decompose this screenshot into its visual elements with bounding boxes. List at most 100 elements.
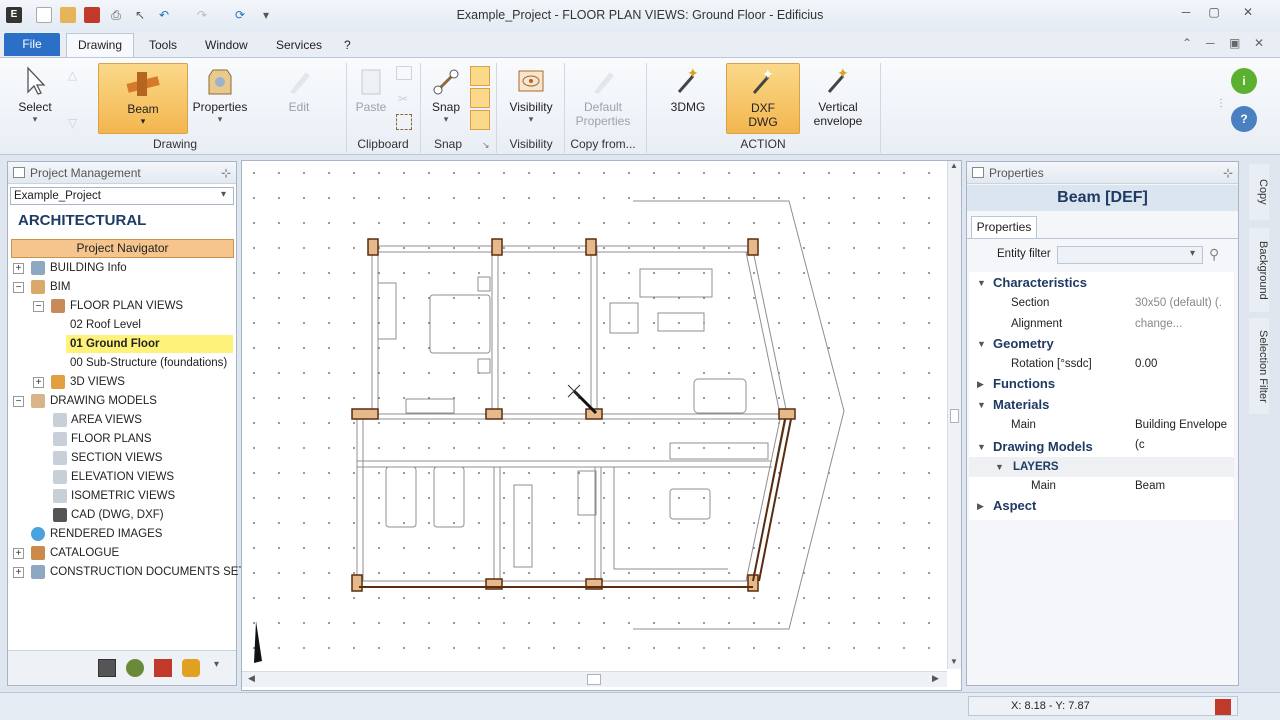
project-select[interactable]: Example_Project ▾: [10, 187, 234, 205]
expand-icon[interactable]: +: [13, 548, 24, 559]
cut-icon[interactable]: ✂: [398, 92, 408, 106]
tab-drawing[interactable]: Drawing: [66, 33, 134, 58]
property-alignment[interactable]: Alignment change...: [969, 314, 1234, 334]
floor-plan-icon: [51, 299, 65, 313]
scroll-right-icon[interactable]: ▶: [932, 673, 939, 684]
snap-button[interactable]: Snap ▾: [426, 66, 466, 125]
file-menu-button[interactable]: File: [4, 33, 60, 56]
properties-button[interactable]: Properties ▾: [192, 66, 248, 125]
vertical-scroll-thumb[interactable]: [950, 409, 959, 423]
collapse-icon[interactable]: −: [13, 282, 24, 293]
edit-button[interactable]: Edit: [274, 66, 324, 114]
tree-item-ground-floor[interactable]: 01 Ground Floor: [66, 335, 233, 353]
tree-label: CAD (DWG, DXF): [71, 509, 164, 521]
snap-midpoint-icon[interactable]: [470, 88, 490, 108]
tab-services[interactable]: Services: [276, 38, 322, 52]
3dmg-button[interactable]: ✦ 3DMG: [660, 66, 716, 114]
tab-properties[interactable]: Properties: [971, 216, 1037, 238]
scroll-left-icon[interactable]: ◀: [248, 673, 255, 684]
project-navigator-button[interactable]: Project Navigator: [11, 239, 234, 258]
settings-toolbar-icon[interactable]: [182, 659, 200, 677]
scroll-up-icon[interactable]: ▲: [950, 161, 958, 170]
collapse-icon[interactable]: −: [13, 396, 24, 407]
ribbon-more-icon[interactable]: ⋮: [1216, 98, 1226, 109]
property-value[interactable]: 0.00: [1135, 354, 1157, 374]
expand-icon[interactable]: ▶: [977, 496, 984, 516]
collapse-icon[interactable]: −: [33, 301, 44, 312]
doc-restore-icon[interactable]: ▣: [1229, 36, 1240, 50]
side-tab-copy[interactable]: Copy: [1249, 164, 1269, 220]
property-value[interactable]: Beam: [1135, 476, 1165, 496]
pin-icon[interactable]: ⊹: [221, 162, 231, 184]
category-label: Materials: [993, 397, 1050, 412]
dxf-label-2: DWG: [748, 115, 778, 129]
property-value[interactable]: 30x50 (default) (.: [1135, 293, 1222, 313]
chevron-down-icon[interactable]: ▾: [221, 189, 226, 200]
collapse-icon[interactable]: ▼: [977, 437, 986, 457]
expand-icon[interactable]: ▶: [977, 374, 984, 394]
clipboard-select-icon[interactable]: [396, 114, 412, 130]
drawing-canvas[interactable]: ▲ ▼ ◀ ▶: [241, 160, 962, 691]
snap-endpoint-icon[interactable]: [470, 66, 490, 86]
subcategory-layers[interactable]: ▼ LAYERS: [969, 457, 1234, 477]
select-button[interactable]: Select ▾: [10, 66, 60, 125]
floor-plan-drawing[interactable]: [242, 161, 961, 690]
side-tab-background[interactable]: Background: [1249, 228, 1269, 312]
category-characteristics[interactable]: ▼ Characteristics: [969, 273, 1234, 293]
collapse-icon[interactable]: ▼: [977, 334, 986, 354]
minimize-button[interactable]: ─: [1172, 4, 1200, 20]
tree-item-roof-level[interactable]: 02 Roof Level: [70, 316, 141, 334]
maximize-button[interactable]: ▢: [1200, 4, 1228, 20]
horizontal-scroll-thumb[interactable]: [587, 674, 601, 685]
vertical-envelope-button[interactable]: ✦ Vertical envelope: [806, 66, 870, 128]
properties-panel-header: Properties ⊹: [967, 162, 1238, 184]
category-functions[interactable]: ▶ Functions: [969, 374, 1234, 394]
visibility-button[interactable]: Visibility ▾: [502, 66, 560, 125]
property-section[interactable]: Section 30x50 (default) (.: [969, 293, 1234, 313]
info-icon[interactable]: i: [1231, 68, 1257, 94]
doc-close-icon[interactable]: ✕: [1254, 36, 1264, 50]
pin-icon[interactable]: ⊹: [1223, 162, 1233, 184]
beam-button[interactable]: Beam ▾: [98, 63, 188, 134]
tree-item-substructure[interactable]: 00 Sub-Structure (foundations): [70, 354, 227, 372]
help-icon[interactable]: ?: [1231, 106, 1257, 132]
horizontal-scrollbar[interactable]: ◀ ▶: [242, 671, 947, 687]
bg-logo-icon[interactable]: [1215, 699, 1231, 715]
materials-toolbar-icon[interactable]: [126, 659, 144, 677]
cad-toolbar-icon[interactable]: [98, 659, 116, 677]
copy-icon[interactable]: [396, 66, 412, 80]
paste-button[interactable]: Paste: [352, 66, 390, 114]
collapse-icon[interactable]: ▼: [977, 273, 986, 293]
expand-icon[interactable]: +: [13, 567, 24, 578]
property-rotation[interactable]: Rotation [°ssdc] 0.00: [969, 354, 1234, 374]
tab-tools[interactable]: Tools: [149, 38, 177, 52]
property-layer-main[interactable]: Main Beam: [969, 476, 1234, 496]
side-tab-selection-filter[interactable]: Selection Filter: [1249, 318, 1269, 414]
collapse-icon[interactable]: ▼: [977, 395, 986, 415]
category-aspect[interactable]: ▶ Aspect: [969, 496, 1234, 516]
collapse-ribbon-icon[interactable]: ⌃: [1182, 36, 1192, 50]
chevron-down-icon[interactable]: ▾: [1190, 248, 1195, 259]
tab-help[interactable]: ?: [344, 38, 351, 52]
property-value[interactable]: change...: [1135, 314, 1182, 334]
collapse-icon[interactable]: ▼: [995, 457, 1004, 477]
dialog-launcher-icon[interactable]: ↘: [482, 140, 490, 151]
expand-icon[interactable]: +: [13, 263, 24, 274]
expand-icon[interactable]: +: [33, 377, 44, 388]
export-toolbar-icon[interactable]: [154, 659, 172, 677]
dxf-dwg-button[interactable]: ✦ DXF DWG: [726, 63, 800, 134]
filter-icon[interactable]: ⚲: [1209, 246, 1219, 263]
category-drawing-models[interactable]: ▼ Drawing Models: [969, 437, 1234, 457]
entity-filter-select[interactable]: ▾: [1057, 246, 1203, 264]
scroll-down-icon[interactable]: ▼: [950, 657, 958, 666]
tab-window[interactable]: Window: [205, 38, 248, 52]
toolbar-overflow-icon[interactable]: ▾: [214, 659, 219, 670]
snap-grid-icon[interactable]: [470, 110, 490, 130]
property-main-material[interactable]: Main Building Envelope (c: [969, 415, 1234, 451]
close-button[interactable]: ✕: [1228, 4, 1268, 20]
default-properties-button[interactable]: Default Properties: [568, 66, 638, 128]
category-geometry[interactable]: ▼ Geometry: [969, 334, 1234, 354]
category-materials[interactable]: ▼ Materials: [969, 395, 1234, 415]
vertical-scrollbar[interactable]: ▲ ▼: [947, 161, 961, 669]
doc-minimize-icon[interactable]: ─: [1206, 36, 1215, 50]
